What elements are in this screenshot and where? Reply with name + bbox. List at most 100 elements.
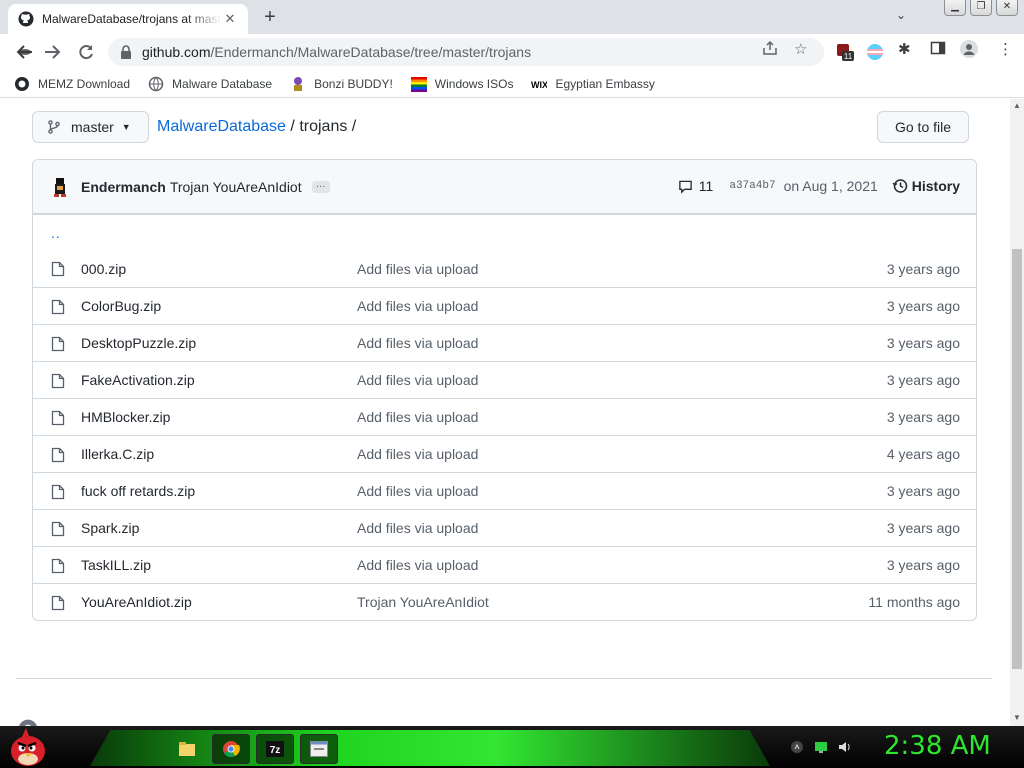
reload-button[interactable] xyxy=(75,41,97,63)
scrollbar-thumb[interactable] xyxy=(1012,249,1022,669)
file-row[interactable]: YouAreAnIdiot.zip Trojan YouAreAnIdiot 11 … xyxy=(33,583,976,620)
back-button[interactable] xyxy=(14,41,36,63)
file-row[interactable]: FakeActivation.zip Add files via upload 3 … xyxy=(33,361,976,398)
history-link[interactable]: History xyxy=(892,178,960,194)
file-icon xyxy=(51,261,65,277)
file-name-link[interactable]: FakeActivation.zip xyxy=(81,372,195,388)
file-commit-message-link[interactable]: Add files via upload xyxy=(357,446,478,462)
file-commit-message-link[interactable]: Add files via upload xyxy=(357,261,478,277)
file-commit-message-link[interactable]: Add files via upload xyxy=(357,409,478,425)
tab-close-icon[interactable]: ✕ xyxy=(222,11,238,27)
bookmark-label: Windows ISOs xyxy=(434,76,514,91)
extension-badge-count: 11 xyxy=(844,52,853,61)
comment-icon xyxy=(679,180,692,194)
file-list: 000.zip Add files via upload 3 years ago Co… xyxy=(33,250,976,620)
github-logo-icon[interactable] xyxy=(18,719,38,726)
commit-author-link[interactable]: Endermanch xyxy=(81,179,166,195)
file-row[interactable]: HMBlocker.zip Add files via upload 3 years… xyxy=(33,398,976,435)
bookmark-star-icon[interactable]: ☆ xyxy=(794,40,807,58)
bookmark-egyptian-embassy[interactable]: WIX Egyptian Embassy xyxy=(531,76,654,92)
file-name-link[interactable]: Spark.zip xyxy=(81,520,139,536)
commit-message-link[interactable]: Trojan YouAreAnIdiot xyxy=(170,179,302,195)
windows-flag-icon xyxy=(410,76,427,92)
bookmark-label: Bonzi BUDDY! xyxy=(314,76,393,91)
minimize-button[interactable]: ▁ xyxy=(944,0,966,16)
file-name-link[interactable]: HMBlocker.zip xyxy=(81,409,170,425)
file-row[interactable]: 000.zip Add files via upload 3 years ago xyxy=(33,250,976,287)
file-name-link[interactable]: 000.zip xyxy=(81,261,126,277)
go-to-file-button[interactable]: Go to file xyxy=(877,111,969,143)
tab-search-chevron-icon[interactable]: ⌄ xyxy=(896,8,906,22)
file-name-link[interactable]: ColorBug.zip xyxy=(81,298,161,314)
file-name-link[interactable]: DesktopPuzzle.zip xyxy=(81,335,196,351)
file-commit-message-link[interactable]: Add files via upload xyxy=(357,298,478,314)
extension-badge-icon[interactable]: 11 xyxy=(836,43,854,61)
file-row[interactable]: Spark.zip Add files via upload 3 years ago xyxy=(33,509,976,546)
extensions-puzzle-icon[interactable]: ✱ xyxy=(898,40,911,58)
parent-directory-row[interactable]: .. xyxy=(33,214,976,250)
browser-menu-icon[interactable]: ⋮ xyxy=(998,40,1013,58)
commit-expand-button[interactable]: … xyxy=(311,179,330,193)
volume-icon[interactable] xyxy=(838,740,852,754)
scroll-down-arrow-icon[interactable]: ▼ xyxy=(1013,713,1021,722)
side-panel-icon[interactable] xyxy=(930,40,946,60)
taskbar-7zip[interactable]: 7z xyxy=(256,734,294,764)
share-icon[interactable] xyxy=(762,40,778,60)
file-row[interactable]: ColorBug.zip Add files via upload 3 years … xyxy=(33,287,976,324)
file-name-link[interactable]: Illerka.C.zip xyxy=(81,446,154,462)
network-icon[interactable] xyxy=(814,740,828,754)
browser-toolbar: github.com/Endermanch/MalwareDatabase/tr… xyxy=(0,34,1024,70)
window-controls: ▁ ❐ ✕ xyxy=(944,0,1018,16)
taskbar-clock[interactable]: 2:38 AM xyxy=(884,731,991,761)
bookmark-malware-database[interactable]: Malware Database xyxy=(148,76,272,92)
bookmark-bonzi-buddy[interactable]: Bonzi BUDDY! xyxy=(290,76,393,92)
taskbar-window-app[interactable] xyxy=(300,734,338,764)
avatar[interactable] xyxy=(49,176,71,198)
close-window-button[interactable]: ✕ xyxy=(996,0,1018,16)
github-icon xyxy=(18,11,34,27)
flag-extension-icon[interactable] xyxy=(866,43,884,61)
file-icon xyxy=(51,521,65,537)
start-button-angry-bird-icon[interactable] xyxy=(8,726,48,768)
comments-link[interactable]: 11 xyxy=(678,178,713,194)
chevron-down-icon: ▼ xyxy=(121,122,131,132)
file-row[interactable]: DesktopPuzzle.zip Add files via upload 3 y… xyxy=(33,324,976,361)
browser-tab[interactable]: MalwareDatabase/trojans at master ✕ xyxy=(8,4,248,34)
reload-icon xyxy=(79,45,93,60)
breadcrumb-repo-link[interactable]: MalwareDatabase xyxy=(157,118,286,135)
bookmark-memz[interactable]: MEMZ Download xyxy=(14,76,130,92)
forward-button[interactable] xyxy=(41,41,63,63)
file-name-link[interactable]: YouAreAnIdiot.zip xyxy=(81,594,192,610)
commit-sha-link[interactable]: a37a4b7 xyxy=(729,180,775,192)
file-row[interactable]: fuck off retards.zip Add files via upload… xyxy=(33,472,976,509)
file-commit-message-link[interactable]: Trojan YouAreAnIdiot xyxy=(357,594,489,610)
file-age: 3 years ago xyxy=(886,298,960,314)
file-name-link[interactable]: fuck off retards.zip xyxy=(81,483,195,499)
file-row[interactable]: Illerka.C.zip Add files via upload 4 years… xyxy=(33,435,976,472)
file-icon xyxy=(51,299,65,315)
file-commit-message-link[interactable]: Add files via upload xyxy=(357,483,478,499)
github-icon xyxy=(15,76,29,91)
branch-selector-button[interactable]: master ▼ xyxy=(32,111,149,143)
file-commit-message-link[interactable]: Add files via upload xyxy=(357,557,478,573)
commit-date: on Aug 1, 2021 xyxy=(783,178,878,194)
new-tab-button[interactable]: + xyxy=(259,7,281,29)
file-commit-message-link[interactable]: Add files via upload xyxy=(357,335,478,351)
lock-icon xyxy=(121,45,131,59)
file-row[interactable]: TaskILL.zip Add files via upload 3 years a… xyxy=(33,546,976,583)
breadcrumb: MalwareDatabase / trojans / xyxy=(157,118,356,136)
page-scrollbar[interactable]: ▲ ▼ xyxy=(1010,99,1024,726)
url-path: /Endermanch/MalwareDatabase/tree/master/… xyxy=(210,44,532,60)
profile-avatar-icon[interactable] xyxy=(960,40,978,62)
taskbar-chrome[interactable] xyxy=(212,734,250,764)
scroll-up-arrow-icon[interactable]: ▲ xyxy=(1013,101,1021,110)
parent-directory-link[interactable]: .. xyxy=(51,225,61,241)
file-commit-message-link[interactable]: Add files via upload xyxy=(357,520,478,536)
restore-button[interactable]: ❐ xyxy=(970,0,992,16)
taskbar-file-explorer[interactable] xyxy=(168,734,206,764)
file-name-link[interactable]: TaskILL.zip xyxy=(81,557,151,573)
tray-hidden-icons-icon[interactable] xyxy=(790,740,804,754)
address-bar[interactable]: github.com/Endermanch/MalwareDatabase/tr… xyxy=(108,38,824,66)
file-commit-message-link[interactable]: Add files via upload xyxy=(357,372,478,388)
bookmark-windows-isos[interactable]: Windows ISOs xyxy=(410,76,514,92)
